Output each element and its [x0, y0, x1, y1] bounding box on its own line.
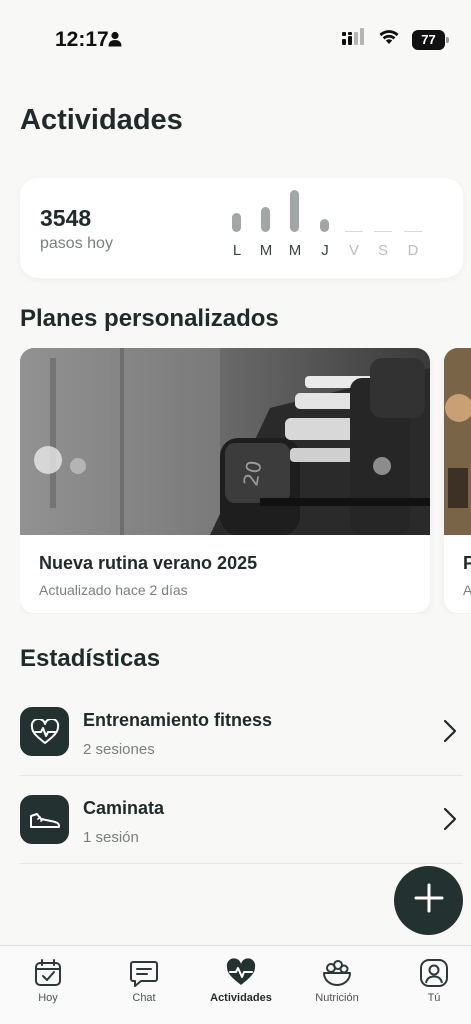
stat-subtitle: 2 sesiones [83, 741, 155, 758]
profile-icon [389, 958, 471, 988]
day-column: J [314, 193, 336, 263]
status-bar: 12:17 77 [0, 0, 471, 78]
tab-label: Nutrición [315, 992, 359, 1004]
person-icon [108, 31, 122, 52]
stat-subtitle: 1 sesión [83, 829, 139, 846]
plan-card[interactable]: 20 Nueva rutina verano 2025 Actualizado … [20, 348, 430, 613]
day-bar [320, 219, 329, 232]
day-column: S [372, 193, 394, 263]
plan-card[interactable]: P A [444, 348, 471, 613]
day-bar [404, 231, 422, 232]
chevron-right-icon [443, 807, 457, 836]
day-label: S [377, 242, 388, 259]
tab-hoy[interactable]: Hoy [3, 958, 93, 1004]
heart-pulse-icon [196, 958, 286, 988]
day-label: M [288, 242, 302, 259]
stats-section-title: Estadísticas [20, 645, 161, 672]
day-column: L [226, 193, 248, 263]
chevron-right-icon [443, 719, 457, 748]
day-bar [345, 231, 363, 232]
tab-tu[interactable]: Tú [389, 958, 471, 1004]
plus-icon [414, 883, 444, 918]
calendar-check-icon [3, 958, 93, 988]
tab-label: Hoy [38, 992, 58, 1004]
activities-screen: 12:17 77 Actividades 3548 pasos hoy L M … [0, 0, 471, 1024]
day-column: M [255, 193, 277, 263]
bottom-tab-bar: Hoy Chat Actividades Nutrición Tú [0, 945, 471, 1024]
stat-title: Entrenamiento fitness [83, 710, 273, 730]
day-column: D [402, 193, 424, 263]
day-bar [290, 190, 299, 232]
stat-row-fitness[interactable]: Entrenamiento fitness 2 sesiones [20, 688, 463, 776]
tab-actividades[interactable]: Actividades [196, 958, 286, 1004]
day-bar [232, 213, 241, 232]
tab-label: Chat [132, 992, 156, 1004]
day-label: J [321, 242, 329, 259]
day-label: D [407, 242, 419, 259]
day-label: M [259, 242, 273, 259]
day-column: V [343, 193, 365, 263]
stat-title: Caminata [83, 798, 165, 818]
plans-section-title: Planes personalizados [20, 305, 279, 332]
heart-pulse-icon [20, 707, 69, 756]
steps-count: 3548 [40, 205, 92, 231]
plans-carousel[interactable]: 20 Nueva rutina verano 2025 Actualizado … [20, 348, 471, 614]
steps-card[interactable]: 3548 pasos hoy L M M J V S D [20, 178, 463, 278]
steps-label: pasos hoy [40, 235, 113, 252]
svg-text:20: 20 [238, 459, 266, 488]
plan-image: 20 [20, 348, 430, 535]
cellular-signal-icon [342, 28, 366, 51]
plan-image [444, 348, 471, 535]
salad-bowl-icon [292, 958, 382, 988]
tab-label: Tú [427, 992, 441, 1004]
tab-label: Actividades [210, 992, 272, 1004]
weekly-steps-chart: L M M J V S D [226, 190, 436, 263]
wifi-icon [378, 29, 400, 50]
sneaker-icon [20, 795, 69, 844]
day-label: V [348, 242, 359, 259]
plan-updated: A [463, 582, 471, 598]
plan-name: Nueva rutina verano 2025 [39, 553, 258, 573]
add-activity-button[interactable] [394, 866, 463, 935]
chat-icon [99, 958, 189, 988]
plan-updated: Actualizado hace 2 días [39, 582, 188, 598]
day-label: L [232, 242, 242, 259]
day-bar [374, 231, 392, 232]
plan-name: P [463, 553, 471, 573]
battery-indicator: 77 [412, 29, 449, 50]
day-column: M [284, 190, 306, 263]
stat-row-walk[interactable]: Caminata 1 sesión [20, 776, 463, 864]
tab-nutricion[interactable]: Nutrición [292, 958, 382, 1004]
tab-chat[interactable]: Chat [99, 958, 189, 1004]
status-time: 12:17 [55, 28, 109, 51]
page-title: Actividades [20, 104, 183, 136]
day-bar [261, 207, 270, 232]
